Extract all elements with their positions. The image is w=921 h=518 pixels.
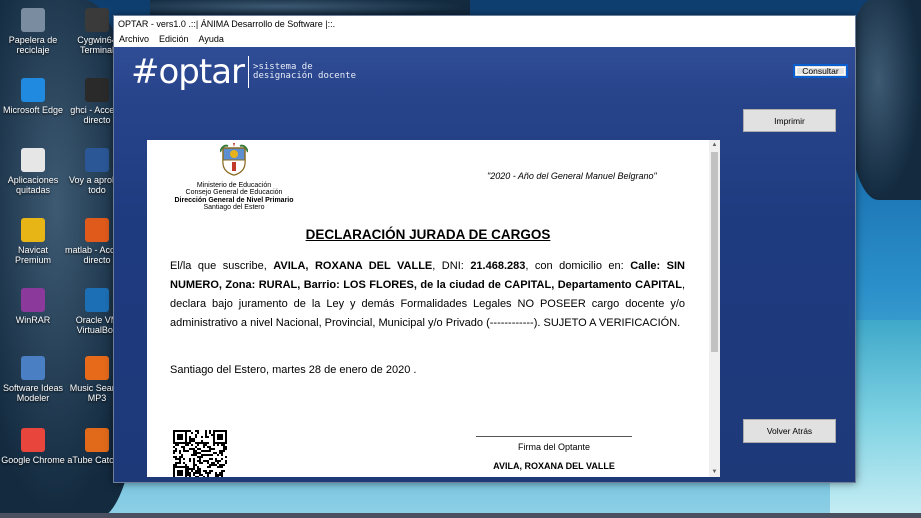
signature-name: AVILA, ROXANA DEL VALLE xyxy=(493,461,615,471)
header-line1: Ministerio de Educación xyxy=(196,181,272,189)
body-text-1: El/la que suscribe, xyxy=(170,260,274,272)
window-title[interactable]: OPTAR - vers1.0 .::| ÁNIMA Desarrollo de… xyxy=(114,16,855,33)
desktop-icon[interactable]: WinRAR xyxy=(0,288,66,325)
chrome-icon xyxy=(21,428,45,452)
header-line4: Santiago del Estero xyxy=(203,204,265,211)
desktop-icon[interactable]: Navicat Premium xyxy=(0,218,66,265)
ministry-header: Ministerio de Educación Consejo General … xyxy=(169,142,299,212)
desktop-icon-label: Google Chrome xyxy=(1,455,65,465)
signature-label: Firma del Optante xyxy=(517,442,591,452)
desktop-icon-label: WinRAR xyxy=(15,315,51,325)
optar-logo: #optar >sistema de designación docente xyxy=(131,54,356,90)
declarant-name: AVILA, ROXANA DEL VALLE xyxy=(273,260,433,272)
terminal-icon xyxy=(85,8,109,32)
document-title: DECLARACIÓN JURADA DE CARGOS xyxy=(305,227,551,242)
document-viewer[interactable]: Ministerio de Educación Consejo General … xyxy=(147,140,720,477)
consultar-button[interactable]: Consultar xyxy=(793,64,848,78)
desktop-rock xyxy=(150,0,470,16)
app-client-area: #optar >sistema de designación docente C… xyxy=(114,47,855,482)
navicat-icon xyxy=(21,218,45,242)
desktop-icon-label: Papelera de reciclaje xyxy=(8,35,58,55)
logo-main: #optar xyxy=(131,52,245,92)
declarant-dni: 21.468.283 xyxy=(470,260,526,272)
desktop-icon[interactable]: Papelera de reciclaje xyxy=(0,8,66,55)
scroll-up-icon[interactable]: ▲ xyxy=(709,140,720,150)
menu-edicion[interactable]: Edición xyxy=(159,34,189,47)
declaration-document: Ministerio de Educación Consejo General … xyxy=(147,140,709,477)
desktop-rock xyxy=(850,0,921,200)
body-text-2: , DNI: xyxy=(432,260,471,272)
logo-separator xyxy=(248,56,250,88)
scroll-thumb[interactable] xyxy=(711,152,718,352)
declaration-body: El/la que suscribe, AVILA, ROXANA DEL VA… xyxy=(170,257,685,333)
music-icon xyxy=(85,356,109,380)
menu-bar: Archivo Edición Ayuda xyxy=(114,33,855,47)
menu-archivo[interactable]: Archivo xyxy=(119,34,149,47)
edge-icon xyxy=(21,78,45,102)
year-motto: "2020 - Año del General Manuel Belgrano" xyxy=(487,171,657,181)
desktop-icon-label: Aplicaciones quitadas xyxy=(7,175,59,195)
document-icon xyxy=(21,148,45,172)
qr-code-icon xyxy=(173,430,227,477)
province-crest-icon xyxy=(219,143,249,176)
word-icon xyxy=(85,148,109,172)
imprimir-button[interactable]: Imprimir xyxy=(743,109,836,132)
desktop-icon[interactable]: Software Ideas Modeler xyxy=(0,356,66,403)
matlab-icon xyxy=(85,218,109,242)
signature-line xyxy=(476,436,632,437)
desktop-icon[interactable]: Microsoft Edge xyxy=(0,78,66,115)
desktop-icon-label: Microsoft Edge xyxy=(2,105,64,115)
volver-atras-button[interactable]: Volver Atrás xyxy=(743,419,836,443)
logo-subtitle: >sistema de designación docente xyxy=(253,63,356,81)
atube-icon xyxy=(85,428,109,452)
desktop-icon-label: Software Ideas Modeler xyxy=(2,383,64,403)
recycle-bin-icon xyxy=(21,8,45,32)
menu-ayuda[interactable]: Ayuda xyxy=(199,34,224,47)
taskbar xyxy=(0,513,921,518)
document-scrollbar[interactable]: ▲ ▼ xyxy=(709,140,720,477)
header-line2: Consejo General de Educación xyxy=(185,189,283,196)
logo-line2: designación docente xyxy=(253,71,356,81)
document-date: Santiago del Estero, martes 28 de enero … xyxy=(170,364,417,376)
desktop-icon-label: Navicat Premium xyxy=(14,245,51,265)
winrar-icon xyxy=(21,288,45,312)
header-line3: Dirección General de Nivel Primario xyxy=(174,196,294,204)
desktop-icon[interactable]: Aplicaciones quitadas xyxy=(0,148,66,195)
modeler-icon xyxy=(21,356,45,380)
virtualbox-icon xyxy=(85,288,109,312)
haskell-icon xyxy=(85,78,109,102)
app-window: OPTAR - vers1.0 .::| ÁNIMA Desarrollo de… xyxy=(113,15,856,483)
desktop-icon[interactable]: Google Chrome xyxy=(0,428,66,465)
body-text-3: , con domicilio en: xyxy=(525,260,631,272)
scroll-down-icon[interactable]: ▼ xyxy=(709,467,720,477)
